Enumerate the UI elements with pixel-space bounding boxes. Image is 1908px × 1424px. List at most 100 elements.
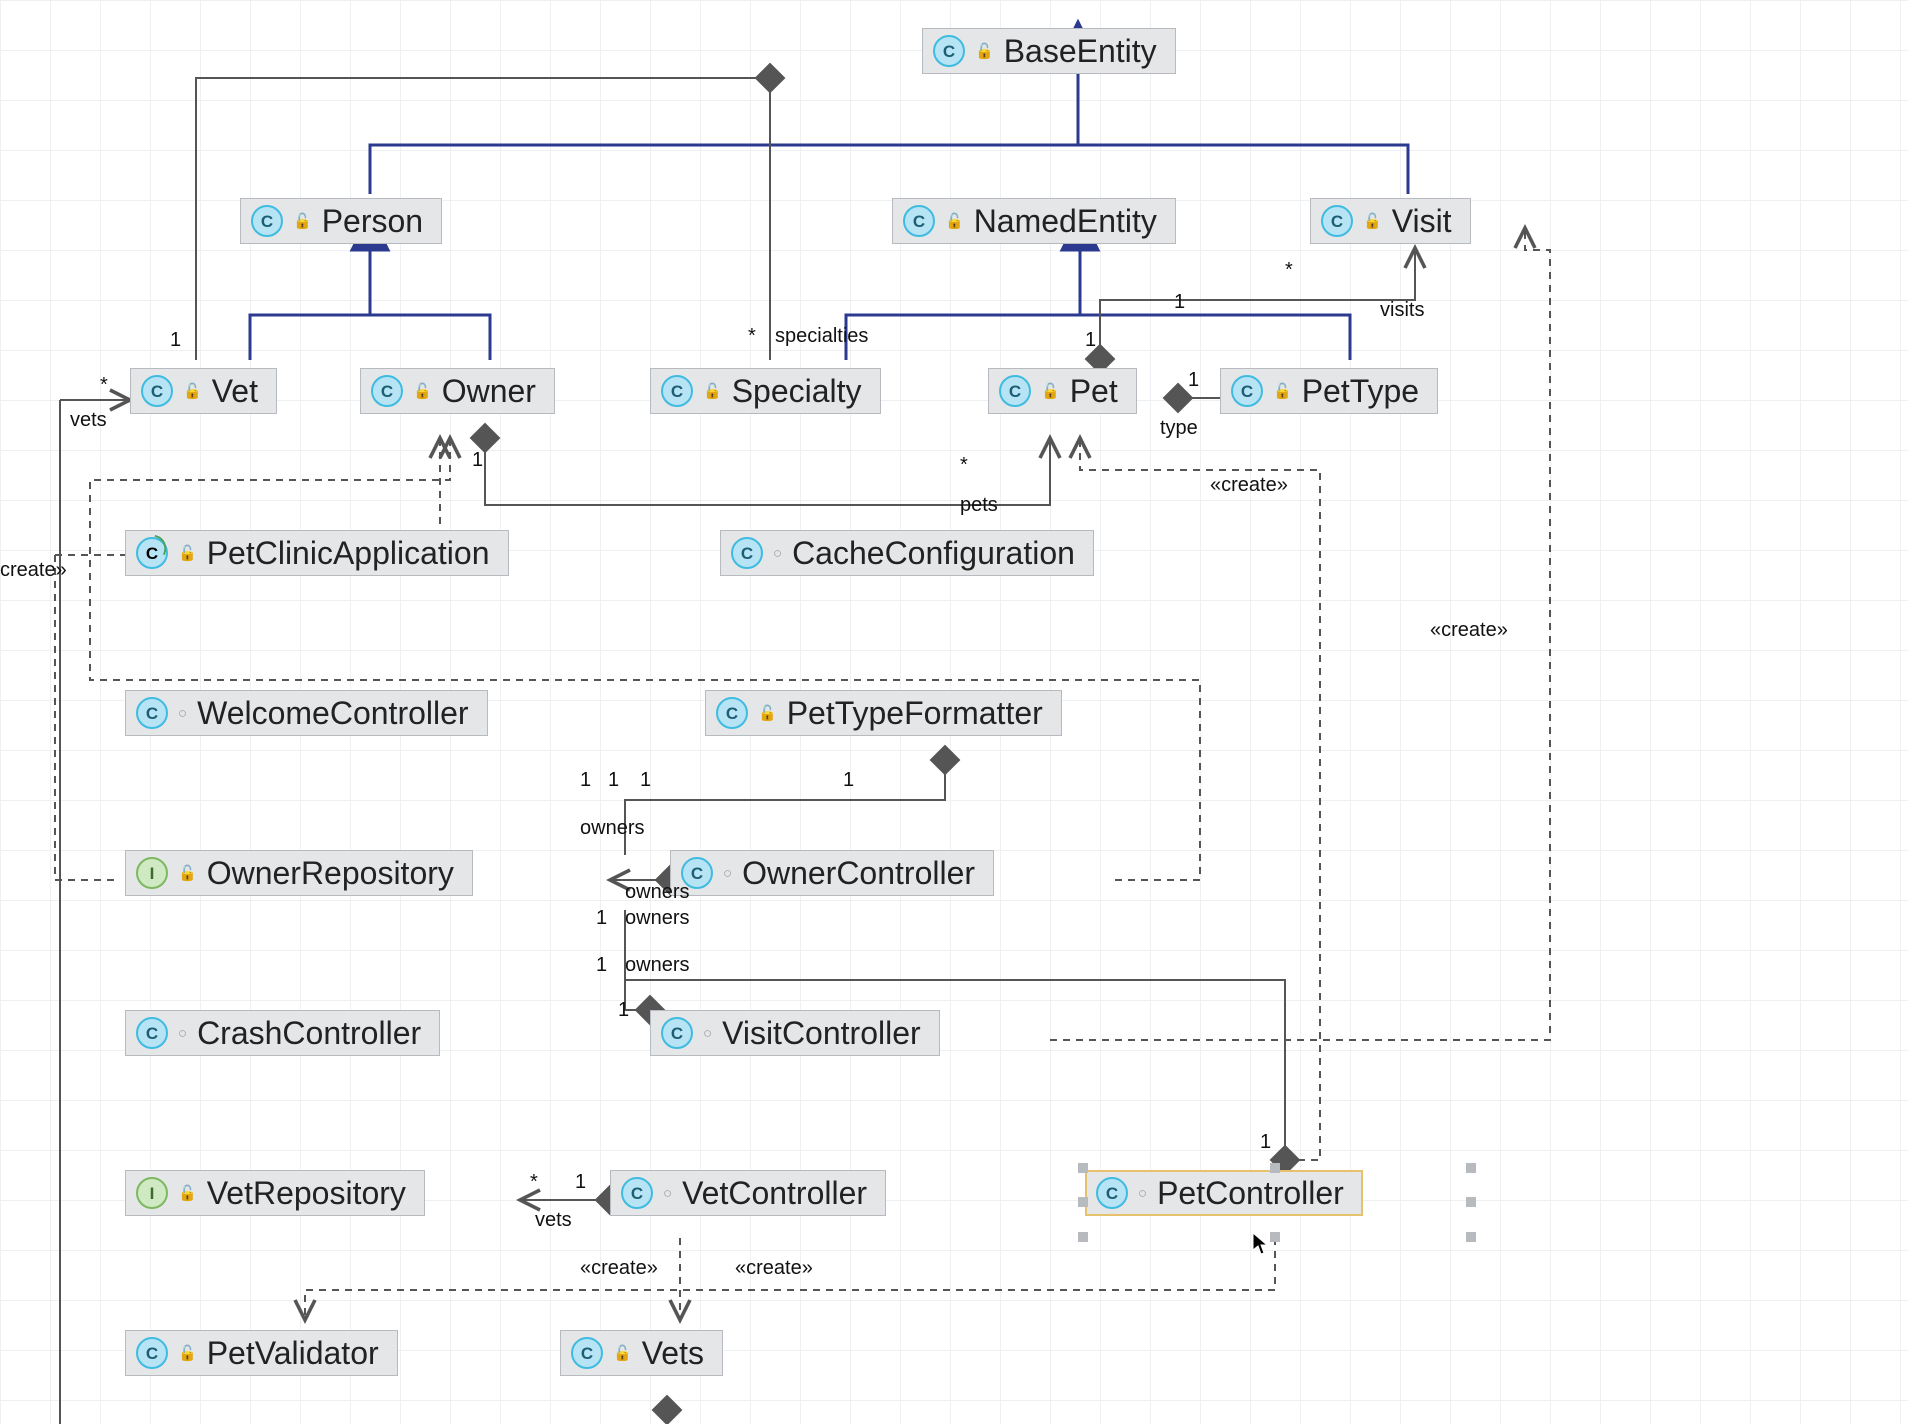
visibility-icon: 🔓: [703, 382, 722, 400]
visibility-icon: 🔓: [293, 212, 312, 230]
class-pet[interactable]: C 🔓 Pet: [988, 368, 1137, 414]
role-label: owners: [625, 882, 689, 902]
selection-handle[interactable]: [1270, 1232, 1280, 1242]
class-name: VisitController: [722, 1017, 921, 1049]
multiplicity-label: 1: [1174, 292, 1185, 312]
selection-handle[interactable]: [1078, 1232, 1088, 1242]
class-icon: C: [136, 1017, 168, 1049]
class-name: BaseEntity: [1004, 35, 1157, 67]
visibility-icon: 🔓: [945, 212, 964, 230]
visibility-icon: 🔓: [178, 1184, 197, 1202]
class-name: VetController: [682, 1177, 867, 1209]
multiplicity-label: 1: [580, 770, 591, 790]
selection-handle[interactable]: [1466, 1163, 1476, 1173]
class-named-entity[interactable]: C🔓NamedEntity: [892, 198, 1176, 244]
selection-handle[interactable]: [1270, 1163, 1280, 1173]
multiplicity-label: 1: [1085, 330, 1096, 350]
class-person[interactable]: C 🔓 Person: [240, 198, 442, 244]
class-name: NamedEntity: [974, 205, 1157, 237]
multiplicity-label: *: [1285, 260, 1293, 280]
class-name: Vets: [642, 1337, 704, 1369]
runnable-class-icon: C: [136, 537, 168, 569]
visibility-icon: 🔓: [1041, 382, 1060, 400]
role-label: vets: [535, 1210, 572, 1230]
multiplicity-label: 1: [640, 770, 651, 790]
role-label: owners: [580, 818, 644, 838]
visibility-icon: ○: [178, 1025, 187, 1042]
multiplicity-label: 1: [596, 908, 607, 928]
class-pet-type-formatter[interactable]: C 🔓 PetTypeFormatter: [705, 690, 1062, 736]
selection-handle[interactable]: [1078, 1163, 1088, 1173]
visibility-icon: 🔓: [178, 544, 197, 562]
class-vets[interactable]: C 🔓 Vets: [560, 1330, 723, 1376]
class-name: VetRepository: [207, 1177, 406, 1209]
multiplicity-label: 1: [1188, 370, 1199, 390]
role-label: vets: [70, 410, 107, 430]
class-owner[interactable]: C🔓Owner: [360, 368, 555, 414]
class-visit-controller[interactable]: C○VisitController: [650, 1010, 940, 1056]
selection-handle[interactable]: [1466, 1197, 1476, 1207]
multiplicity-label: 1: [608, 770, 619, 790]
visibility-icon: 🔓: [613, 1344, 632, 1362]
visibility-icon: 🔓: [1273, 382, 1292, 400]
stereotype-label: «create»: [580, 1258, 658, 1278]
class-welcome-controller[interactable]: C○WelcomeController: [125, 690, 488, 736]
class-icon: C: [1321, 205, 1353, 237]
visibility-icon: 🔓: [1363, 212, 1382, 230]
class-name: Vet: [212, 375, 258, 407]
visibility-icon: 🔓: [178, 1344, 197, 1362]
class-vet[interactable]: C 🔓 Vet: [130, 368, 277, 414]
class-name: PetTypeFormatter: [787, 697, 1043, 729]
class-pet-validator[interactable]: C🔓PetValidator: [125, 1330, 398, 1376]
interface-vet-repository[interactable]: I 🔓 VetRepository: [125, 1170, 425, 1216]
stereotype-label: «create»: [1210, 475, 1288, 495]
selection-handle[interactable]: [1466, 1232, 1476, 1242]
multiplicity-label: 1: [618, 1000, 629, 1020]
class-cache-configuration[interactable]: C○CacheConfiguration: [720, 530, 1094, 576]
class-owner-controller[interactable]: C○OwnerController: [670, 850, 994, 896]
class-visit[interactable]: C🔓Visit: [1310, 198, 1471, 244]
interface-owner-repository[interactable]: I🔓OwnerRepository: [125, 850, 473, 896]
class-name: PetType: [1302, 375, 1419, 407]
class-icon: C: [999, 375, 1031, 407]
class-pet-clinic-application[interactable]: C🔓PetClinicApplication: [125, 530, 509, 576]
multiplicity-label: *: [100, 375, 108, 395]
class-vet-controller[interactable]: C○VetController: [610, 1170, 886, 1216]
multiplicity-label: *: [960, 455, 968, 475]
class-base-entity[interactable]: C🔓BaseEntity: [922, 28, 1176, 74]
class-icon: C: [1096, 1177, 1128, 1209]
class-icon: C: [716, 697, 748, 729]
role-label: type: [1160, 418, 1198, 438]
visibility-icon: ○: [1138, 1185, 1147, 1202]
class-icon: C: [141, 375, 173, 407]
class-crash-controller[interactable]: C○CrashController: [125, 1010, 440, 1056]
class-specialty[interactable]: C🔓Specialty: [650, 368, 881, 414]
class-pet-type[interactable]: C🔓PetType: [1220, 368, 1438, 414]
role-label: pets: [960, 495, 998, 515]
interface-icon: I: [136, 1177, 168, 1209]
class-icon: C: [371, 375, 403, 407]
visibility-icon: 🔓: [183, 382, 202, 400]
visibility-icon: 🔓: [758, 704, 777, 722]
class-name: WelcomeController: [197, 697, 469, 729]
class-icon: C: [251, 205, 283, 237]
class-icon: C: [661, 375, 693, 407]
class-name: Person: [322, 205, 423, 237]
class-name: OwnerController: [742, 857, 975, 889]
class-name: Pet: [1070, 375, 1118, 407]
class-name: CacheConfiguration: [792, 537, 1075, 569]
class-icon: C: [621, 1177, 653, 1209]
stereotype-label: «create»: [735, 1258, 813, 1278]
stereotype-label: create»: [0, 560, 67, 580]
class-name: OwnerRepository: [207, 857, 454, 889]
class-icon: C: [136, 697, 168, 729]
class-icon: C: [571, 1337, 603, 1369]
multiplicity-label: 1: [170, 330, 181, 350]
visibility-icon: 🔓: [178, 864, 197, 882]
visibility-icon: ○: [723, 865, 732, 882]
selection-handle[interactable]: [1078, 1197, 1088, 1207]
multiplicity-label: 1: [596, 955, 607, 975]
class-pet-controller[interactable]: C○PetController: [1085, 1170, 1363, 1216]
visibility-icon: ○: [773, 545, 782, 562]
visibility-icon: 🔓: [413, 382, 432, 400]
